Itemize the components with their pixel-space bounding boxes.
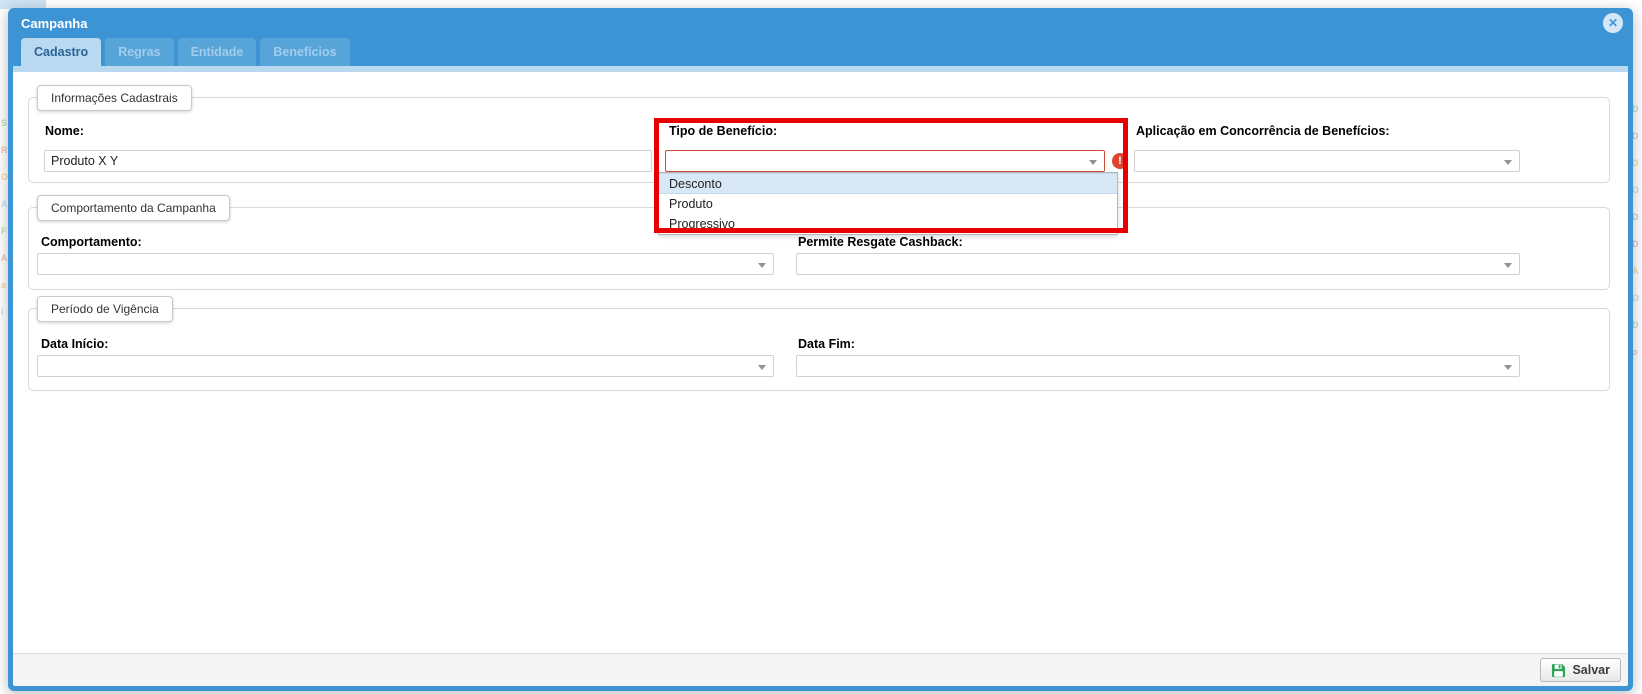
tipo-beneficio-combo[interactable] [665,150,1105,172]
tab-entidade[interactable]: Entidade [178,38,257,66]
save-label: Salvar [1572,663,1610,677]
chevron-down-icon [1504,365,1512,370]
data-fim-label: Data Fim: [798,337,855,351]
save-icon [1551,663,1566,678]
permite-resgate-cashback-combo[interactable] [796,253,1520,275]
comportamento-combo[interactable] [37,253,774,275]
comportamento-label: Comportamento: [41,235,142,249]
window-titlebar[interactable]: Campanha ✕ [13,8,1628,38]
data-fim-field[interactable] [796,355,1520,377]
footer-toolbar: Salvar [13,653,1628,686]
chevron-down-icon [1504,263,1512,268]
dropdown-option-produto[interactable]: Produto [659,194,1117,214]
fieldset-legend: Comportamento da Campanha [37,195,230,221]
background-artifacts-right: DDDODDAODo [1632,104,1639,357]
form-body: Informações Cadastrais Nome: Tipo de Ben… [13,72,1628,653]
data-inicio-label: Data Início: [41,337,108,351]
fieldset-legend: Período de Vigência [37,296,173,322]
fieldset-informacoes-cadastrais: Informações Cadastrais Nome: Tipo de Ben… [28,97,1610,183]
tab-cadastro[interactable]: Cadastro [21,38,101,66]
nome-label: Nome: [45,124,84,138]
tipo-beneficio-label: Tipo de Benefício: [669,124,777,138]
dropdown-option-desconto[interactable]: Desconto [659,173,1117,194]
window-title: Campanha [13,16,87,31]
tipo-beneficio-dropdown: Desconto Produto Progressivo [658,172,1118,235]
screen: SROAFAal DDDODDAODo Campanha ✕ Cadastro … [0,0,1642,694]
fieldset-periodo-vigencia: Período de Vigência Data Início: Data Fi… [28,308,1610,391]
tab-regras[interactable]: Regras [105,38,173,66]
validation-error-icon: ! [1112,153,1128,169]
chevron-down-icon [1089,160,1097,165]
chevron-down-icon [758,365,766,370]
aplicacao-concorrencia-label: Aplicação em Concorrência de Benefícios: [1136,124,1390,138]
campanha-window: Campanha ✕ Cadastro Regras Entidade Bene… [8,8,1633,691]
close-icon: ✕ [1608,17,1618,29]
nome-input[interactable] [44,150,652,172]
tab-beneficios[interactable]: Benefícios [260,38,349,66]
background-artifacts-left: SROAFAal [1,118,8,317]
aplicacao-concorrencia-combo[interactable] [1134,150,1520,172]
chevron-down-icon [758,263,766,268]
permite-resgate-cashback-label: Permite Resgate Cashback: [798,235,963,249]
dropdown-option-progressivo[interactable]: Progressivo [659,214,1117,234]
save-button[interactable]: Salvar [1540,658,1621,682]
fieldset-legend: Informações Cadastrais [37,85,192,111]
data-inicio-field[interactable] [37,355,774,377]
chevron-down-icon [1504,160,1512,165]
tab-bar: Cadastro Regras Entidade Benefícios [13,38,1628,66]
close-button[interactable]: ✕ [1603,13,1623,33]
